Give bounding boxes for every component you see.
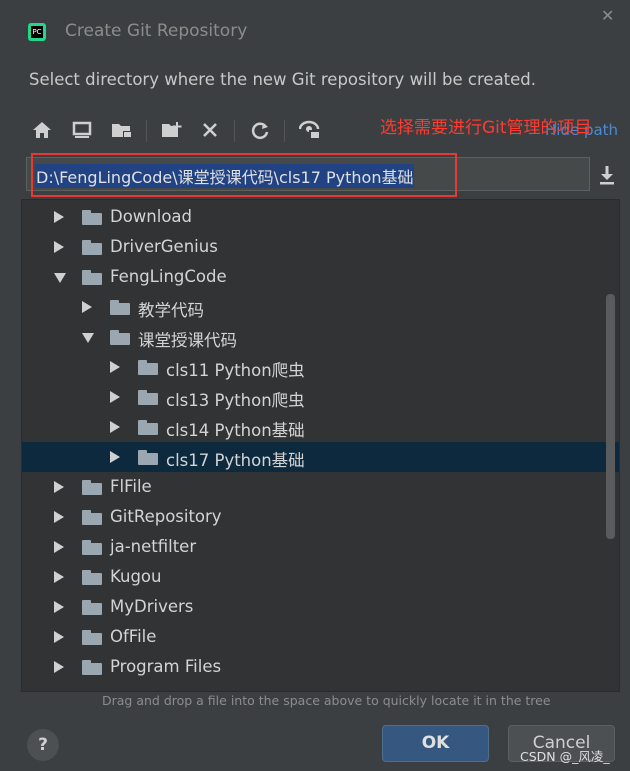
chevron-right-icon[interactable] [110,451,120,463]
show-hidden-icon[interactable] [296,116,324,144]
toolbar-separator [146,120,147,142]
folder-icon [82,570,102,585]
chevron-right-icon[interactable] [54,511,64,523]
tree-row-label: 教学代码 [138,301,204,320]
tree-row[interactable]: FlFile [22,472,619,502]
tree-row-label: cls14 Python基础 [166,421,305,440]
tree-scrollbar[interactable] [606,294,615,539]
chevron-down-icon[interactable] [54,273,66,283]
home-icon[interactable] [28,116,56,144]
chevron-right-icon[interactable] [110,361,120,373]
tree-row[interactable]: cls17 Python基础 [22,442,619,472]
chevron-right-icon[interactable] [54,601,64,613]
tree-row-label: cls17 Python基础 [166,451,305,470]
desktop-icon[interactable] [68,116,96,144]
toolbar-separator [284,120,285,142]
tree-row-label: FengLingCode [110,267,227,286]
create-git-repository-dialog: PC Create Git Repository ✕ Select direct… [0,0,630,771]
drag-drop-hint: Drag and drop a file into the space abov… [102,693,551,708]
dialog-title: Create Git Repository [65,21,248,41]
folder-icon [82,540,102,555]
tree-row-label: GitRepository [110,507,222,526]
tree-row[interactable]: Kugou [22,562,619,592]
app-icon-text: PC [31,26,43,38]
chevron-right-icon[interactable] [54,631,64,643]
tree-row[interactable]: cls13 Python爬虫 [22,382,619,412]
tree-row-label: Kugou [110,567,162,586]
tree-row-label: MyDrivers [110,597,194,616]
tree-row-label: Download [110,207,193,226]
tree-row[interactable]: DriverGenius [22,232,619,262]
refresh-icon[interactable] [246,116,274,144]
folder-icon [82,630,102,645]
pycharm-icon: PC [28,23,46,41]
chevron-right-icon[interactable] [54,211,64,223]
annotation-highlight-box [31,153,457,197]
folder-icon [82,270,102,285]
tree-row[interactable]: cls14 Python基础 [22,412,619,442]
folder-icon [138,360,158,375]
tree-row-label: cls13 Python爬虫 [166,391,305,410]
title-bar: PC Create Git Repository ✕ [0,0,630,62]
delete-icon[interactable] [196,116,224,144]
folder-icon [82,600,102,615]
tree-row-label: OfFile [110,627,157,646]
chevron-right-icon[interactable] [110,391,120,403]
tree-row[interactable]: MyDrivers [22,592,619,622]
chevron-right-icon[interactable] [82,301,92,313]
folder-icon [82,480,102,495]
ok-button[interactable]: OK [382,725,489,762]
folder-icon [138,450,158,465]
tree-row[interactable]: OfFile [22,622,619,652]
folder-icon [110,330,130,345]
tree-row-label: ja-netfilter [110,537,197,556]
chevron-right-icon[interactable] [54,481,64,493]
help-button[interactable]: ? [27,729,59,761]
directory-tree[interactable]: Download DriverGenius FengLingCode 教学代码课堂授课… [21,199,620,692]
folder-icon [82,210,102,225]
chevron-down-icon[interactable] [82,333,94,343]
new-folder-icon[interactable] [158,116,186,144]
chevron-right-icon[interactable] [54,241,64,253]
tree-row[interactable]: ja-netfilter [22,532,619,562]
dialog-subtitle: Select directory where the new Git repos… [29,70,537,89]
folder-icon [82,240,102,255]
tree-row[interactable]: cls11 Python爬虫 [22,352,619,382]
close-icon[interactable]: ✕ [601,6,614,25]
project-folder-icon[interactable] [108,116,136,144]
file-chooser-toolbar [28,116,388,146]
watermark-text: CSDN @_风凌_ [520,749,610,764]
tree-row[interactable]: 教学代码 [22,292,619,322]
chevron-right-icon[interactable] [54,661,64,673]
tree-row[interactable]: FengLingCode [22,262,619,292]
chevron-right-icon[interactable] [110,421,120,433]
tree-row-label: DriverGenius [110,237,218,256]
tree-row-label: 课堂授课代码 [138,331,237,350]
chevron-right-icon[interactable] [54,541,64,553]
folder-icon [110,300,130,315]
folder-icon [138,420,158,435]
folder-icon [82,510,102,525]
tree-row-label: Program Files [110,657,222,676]
tree-row-label: cls11 Python爬虫 [166,361,305,380]
tree-row-label: FlFile [110,477,152,496]
toolbar-separator [234,120,235,142]
annotation-text: 选择需要进行Git管理的项目 [380,118,592,138]
tree-row[interactable]: Download [22,202,619,232]
tree-row[interactable]: Program Files [22,652,619,682]
folder-icon [138,390,158,405]
download-icon[interactable] [597,164,617,190]
folder-icon [82,660,102,675]
tree-row[interactable]: 课堂授课代码 [22,322,619,352]
tree-row[interactable]: GitRepository [22,502,619,532]
chevron-right-icon[interactable] [54,571,64,583]
